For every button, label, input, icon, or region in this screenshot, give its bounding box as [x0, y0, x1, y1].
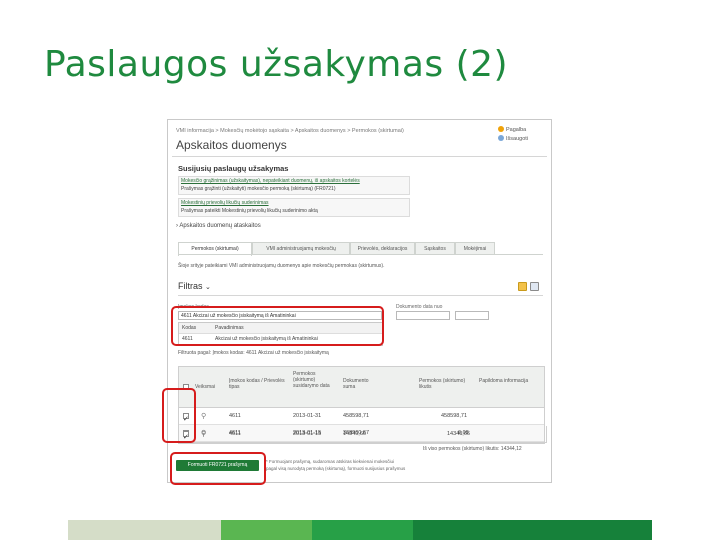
favorite-icon	[498, 135, 504, 141]
footer-bar-4	[413, 520, 652, 540]
related-services-title: Susijusių paslaugų užsakymas	[178, 164, 289, 173]
chevron-right-icon: ›	[176, 223, 178, 229]
print-icon[interactable]	[530, 282, 539, 291]
related-service-1: Mokesčio grąžinimas (užskaitymas), nepat…	[178, 176, 410, 195]
related-service-2: Mokestinių prievolių likučių suderinimas…	[178, 198, 410, 217]
total-remaining: Iš viso permokos (skirtumo) likutis: 143…	[423, 446, 522, 452]
magnifier-icon[interactable]: ⚲	[201, 408, 206, 424]
related-service-link[interactable]: Mokesčio grąžinimas (užskaitymas), nepat…	[181, 178, 360, 184]
divider	[178, 295, 543, 296]
footer-bar-1	[68, 520, 221, 540]
related-service-link[interactable]: Mokestinių prievolių likučių suderinimas	[181, 200, 269, 206]
annotation-frame-checkboxes	[162, 388, 196, 443]
footer-bar-2	[221, 520, 312, 540]
info-text: Šioje srityje pateikiami VMI administruo…	[178, 263, 385, 269]
filter-title[interactable]: Filtras ⌄	[178, 281, 211, 291]
related-service-desc: Prašymas grąžinti (užskaityti) mokesčio …	[181, 186, 336, 192]
page-heading: Apskaitos duomenys	[176, 138, 287, 152]
favorite-link[interactable]: Išsaugoti	[498, 135, 528, 144]
related-service-desc: Prašymas pateikti Mokestinių prievolių l…	[181, 208, 318, 214]
accounting-reports-toggle[interactable]: › Apskaitos duomenų ataskaitos	[176, 223, 261, 229]
table-header: Veiksmai Įmokos kodas / Prievolės tipas …	[179, 367, 544, 408]
help-icon	[498, 126, 504, 132]
date-from-input[interactable]	[396, 311, 450, 320]
table-row[interactable]: ⚲ 4611 2013-01-15 14340,66 14340,66	[178, 426, 547, 445]
magnifier-icon[interactable]: ⚲	[201, 426, 206, 442]
annotation-frame-button	[170, 452, 266, 485]
breadcrumb[interactable]: VMI informacija > Mokesčių mokėtojo sąsk…	[176, 128, 404, 134]
help-link[interactable]: Pagalba	[498, 126, 528, 135]
app-screenshot: VMI informacija > Mokesčių mokėtojo sąsk…	[167, 119, 552, 483]
table-row[interactable]: ⚲ 4611 2013-01-31 458598,71 458598,71	[179, 408, 544, 427]
refresh-icon[interactable]	[518, 282, 527, 291]
date-label: Dokumento data nuo	[396, 304, 443, 310]
form-note: * Formuojant prašymą, sudaromas atskiras…	[266, 459, 406, 471]
tab-divider	[178, 254, 543, 255]
divider	[172, 156, 547, 157]
annotation-frame-tax-code	[171, 306, 384, 346]
date-to-input[interactable]	[455, 311, 489, 320]
slide-title: Paslaugos užsakymas (2)	[44, 44, 509, 85]
footer-bar-3	[312, 520, 413, 540]
help-links: Pagalba Išsaugoti	[498, 126, 528, 144]
applied-filter-text: Filtruota pagal: Įmokos kodas: 4611 Akci…	[178, 350, 329, 356]
chevron-down-icon: ⌄	[205, 284, 211, 291]
